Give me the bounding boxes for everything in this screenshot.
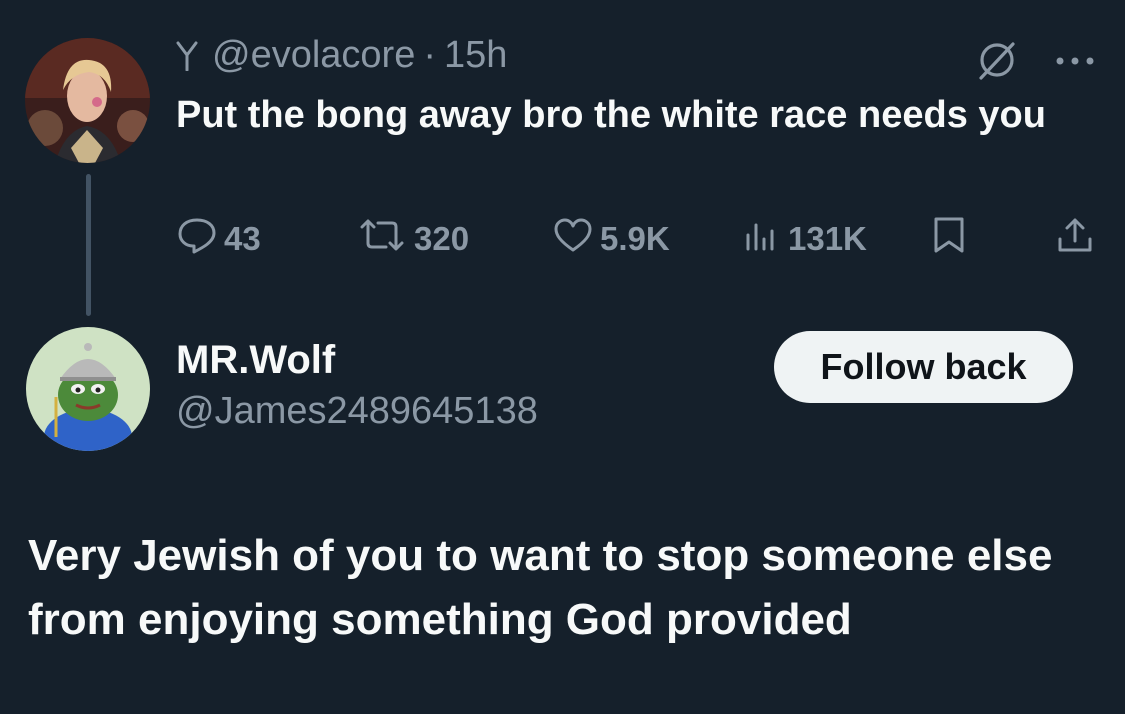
post-header: @evolacore · 15h — [176, 34, 507, 77]
reply-avatar[interactable] — [26, 327, 150, 451]
repost-button[interactable]: 320 — [356, 216, 469, 262]
post-handle[interactable]: @evolacore — [212, 34, 415, 77]
reply-author-handle[interactable]: @James2489645138 — [176, 390, 538, 433]
heart-icon — [552, 215, 600, 263]
repost-count: 320 — [414, 220, 470, 257]
reply-icon — [176, 215, 224, 263]
reply-text: Very Jewish of you to want to stop someo… — [28, 531, 1053, 644]
views-icon — [744, 215, 788, 263]
views-button[interactable]: 131K — [744, 216, 867, 262]
separator-dot: · — [423, 34, 436, 76]
share-icon — [1056, 215, 1100, 263]
grok-icon[interactable] — [975, 38, 1019, 87]
like-button[interactable]: 5.9K — [552, 216, 670, 262]
follow-back-button[interactable]: Follow back — [774, 331, 1073, 403]
share-button[interactable] — [1056, 216, 1100, 262]
action-bar: 43 320 5.9K 131K — [176, 216, 1096, 262]
thread-line — [86, 174, 91, 316]
post-time[interactable]: 15h — [444, 34, 507, 77]
post-header-icons — [975, 38, 1095, 87]
reply-author-name[interactable]: MR.Wolf — [176, 338, 335, 383]
reply-count: 43 — [224, 220, 261, 257]
bookmark-icon — [932, 215, 972, 263]
like-count: 5.9K — [600, 220, 670, 257]
fork-icon — [176, 41, 198, 71]
repost-icon — [356, 215, 414, 263]
bookmark-button[interactable] — [932, 216, 972, 262]
reply-button[interactable]: 43 — [176, 216, 261, 262]
parent-avatar[interactable] — [25, 38, 150, 163]
post-text: Put the bong away bro the white race nee… — [176, 94, 1046, 136]
views-count: 131K — [788, 220, 867, 257]
more-icon[interactable] — [1055, 54, 1095, 72]
